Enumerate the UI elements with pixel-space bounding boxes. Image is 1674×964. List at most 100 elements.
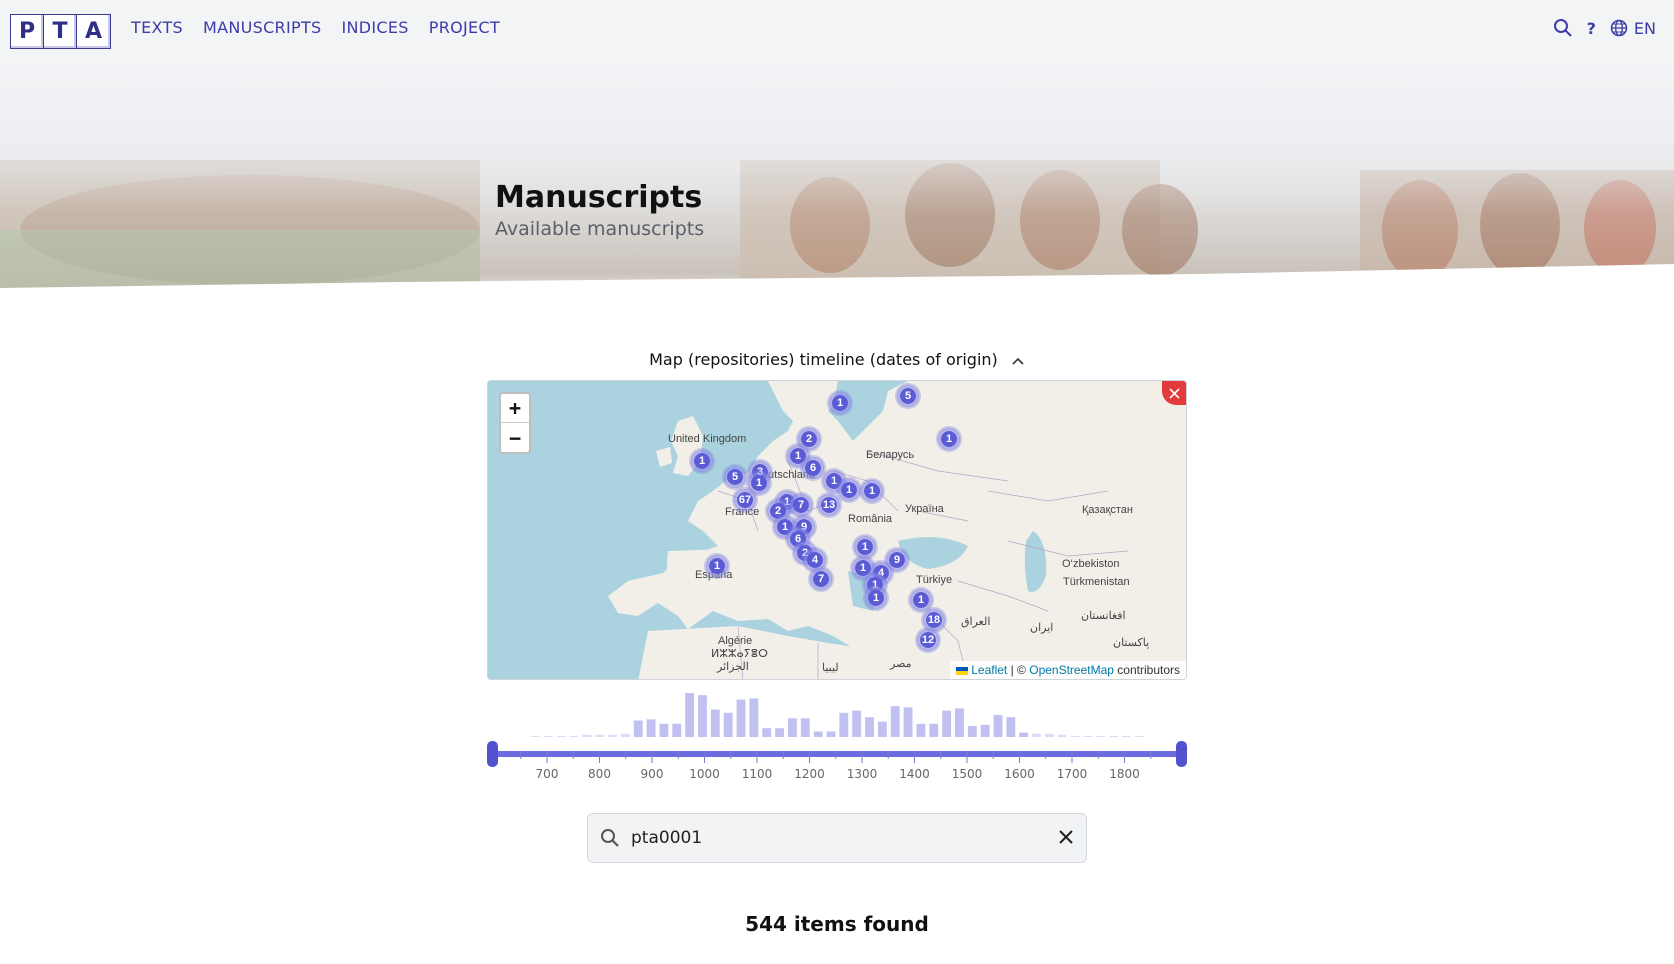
histogram-bar [788,718,797,737]
manuscript-search-box [587,813,1087,863]
timeline-tick-label: 1100 [741,767,773,781]
histogram-bar [967,726,977,737]
map-label: Algérie [718,635,753,647]
timeline-tick-label: 800 [588,767,611,781]
histogram-bar [608,734,617,737]
nav-item-project[interactable]: PROJECT [429,18,500,37]
openstreetmap-link[interactable]: OpenStreetMap [1029,663,1114,677]
histogram-bar [1019,732,1029,737]
histogram-bar [1122,735,1131,737]
map-timeline-toggle[interactable]: Map (repositories) timeline (dates of or… [0,350,1674,370]
map-label: افغانستان [1081,610,1126,622]
attribution-separator: | © [1010,663,1026,677]
histogram-bar [1134,735,1144,737]
search-icon[interactable] [1553,18,1573,38]
language-label: EN [1633,18,1656,38]
histogram-bar [826,731,836,737]
histogram-bar [620,733,630,737]
nav-item-manuscripts[interactable]: MANUSCRIPTS [203,18,321,37]
timeline-tick-label: 900 [640,767,664,781]
map-cluster-marker[interactable]: 1 [691,450,713,472]
close-icon[interactable] [1056,827,1076,851]
histogram-bar [813,731,823,737]
search-input[interactable] [631,825,1031,851]
histogram-bar [1109,735,1119,737]
histogram-bar [1083,735,1093,737]
map-cluster-marker[interactable]: 1 [706,555,728,577]
histogram-bar [980,724,990,737]
leaflet-link[interactable]: Leaflet [971,663,1007,677]
histogram-bar [1032,733,1041,737]
language-selector[interactable]: EN [1610,19,1656,38]
map-cluster-marker[interactable]: 18 [923,609,945,631]
map-label: România [848,513,893,525]
timeline-end-handle[interactable] [1176,741,1187,767]
logo-letter-a: A [77,15,110,48]
main-nav: TEXTS MANUSCRIPTS INDICES PROJECT [131,18,500,37]
histogram-bar [865,717,874,737]
map-label: Türkmenistan [1063,576,1130,588]
map-cluster-marker[interactable]: 1 [829,392,851,414]
timeline-tick-label: 1600 [1004,767,1035,781]
search-icon [600,828,620,852]
map-cluster-marker[interactable]: 5 [897,385,919,407]
timeline-tick-label: 1400 [899,767,930,781]
histogram-bar [916,723,926,737]
hero-torn-edge [0,264,1674,310]
map-label: پاکستان [1113,637,1150,649]
map-label: مصر [890,658,912,670]
map-cluster-marker[interactable]: 13 [818,494,840,516]
histogram-bar [736,699,746,737]
map-zoom-control: + − [499,392,531,454]
map-cluster-marker[interactable]: 6 [802,457,824,479]
map-cluster-marker[interactable]: 1 [838,479,860,501]
pta-logo[interactable]: P T A [10,14,111,49]
attribution-contributors: contributors [1117,663,1180,677]
histogram-bar [1096,735,1106,737]
map-toggle-label: Map (repositories) timeline (dates of or… [649,350,998,369]
histogram-bar [1006,717,1016,737]
histogram-bar [556,735,566,737]
histogram-bar [723,712,733,737]
help-button[interactable]: ? [1587,19,1596,38]
map-cluster-marker[interactable]: 1 [938,428,960,450]
histogram-bar [531,735,540,737]
logo-letter-p: P [11,15,44,48]
repository-map[interactable]: United Kingdom Deutschland Беларусь Fran… [487,380,1187,680]
zoom-in-button[interactable]: + [501,394,529,423]
histogram-bar [955,708,964,737]
map-cluster-marker[interactable]: 12 [917,629,939,651]
nav-item-indices[interactable]: INDICES [341,18,408,37]
histogram-bar [672,723,682,737]
histogram-bar [1057,734,1067,737]
histogram-bar [646,719,656,737]
map-cluster-marker[interactable]: 67 [734,489,756,511]
map-cluster-marker[interactable]: 7 [790,494,812,516]
histogram-bar [1045,733,1054,737]
top-navigation-bar: P T A TEXTS MANUSCRIPTS INDICES PROJECT … [0,0,1674,60]
ukraine-flag-icon [956,666,969,675]
timeline-start-handle[interactable] [487,741,498,767]
page-subtitle: Available manuscripts [495,218,705,240]
map-label: O‘zbekiston [1062,558,1120,570]
map-cluster-marker[interactable]: 5 [724,466,746,488]
map-label: ⵍⵣⵣⴰⵢⴻⵔ [711,648,768,660]
zoom-out-button[interactable]: − [501,423,529,452]
logo-letter-t: T [44,15,77,48]
timeline-tick-label: 1800 [1109,767,1140,781]
histogram-bar [659,723,669,737]
histogram-bar [929,723,939,737]
nav-item-texts[interactable]: TEXTS [131,18,183,37]
histogram-bar [543,735,553,737]
map-label: Қазақстан [1082,504,1133,516]
map-label: ایران [1030,622,1054,634]
map-label: ليبيا [822,662,839,674]
globe-icon [1610,19,1628,37]
map-cluster-marker[interactable]: 1 [865,587,887,609]
map-cluster-marker[interactable]: 7 [810,568,832,590]
map-cluster-marker[interactable]: 1 [910,589,932,611]
map-cluster-marker[interactable]: 1 [861,480,883,502]
histogram-bar [852,710,862,737]
map-label: Беларусь [866,449,915,461]
map-cluster-marker[interactable]: 1 [854,536,876,558]
